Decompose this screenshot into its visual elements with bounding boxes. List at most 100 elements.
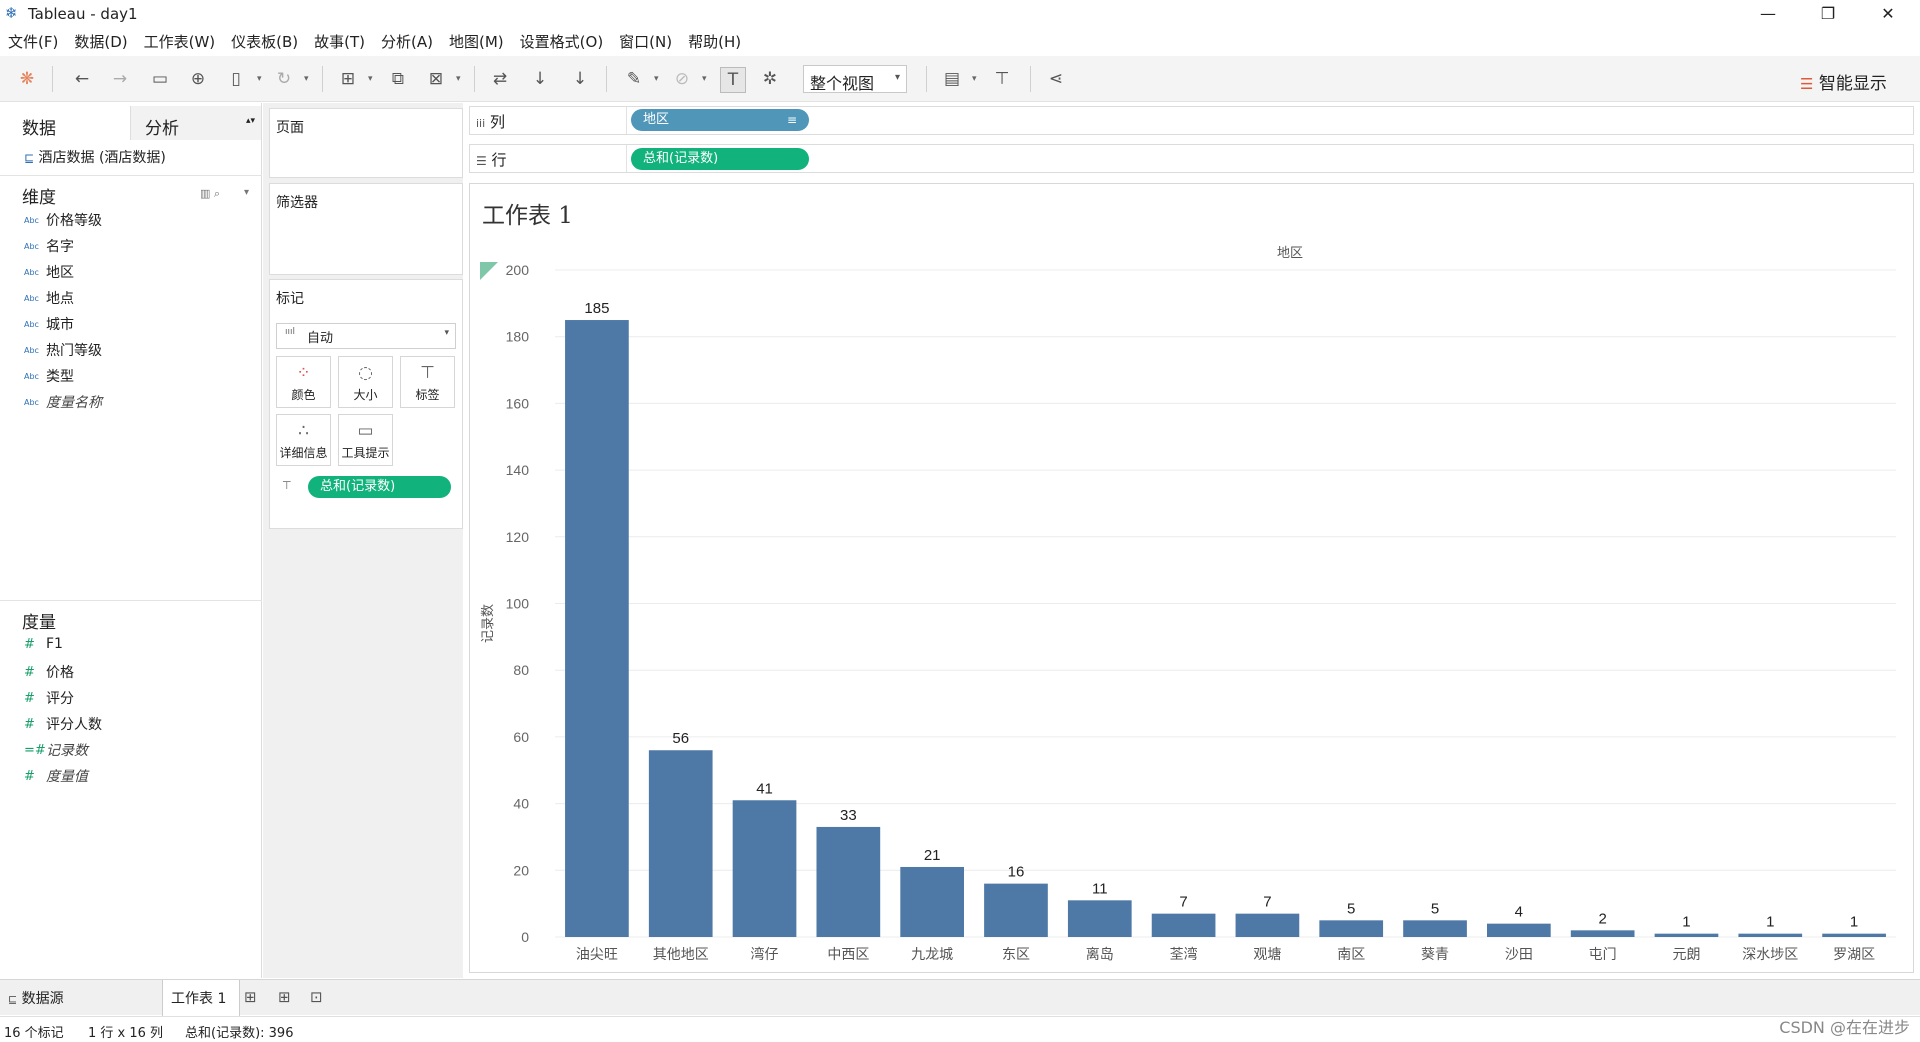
database-icon: ⊑: [24, 151, 35, 165]
x-tick-label: 观塘: [1253, 947, 1281, 963]
x-tick-label: 屯门: [1589, 947, 1617, 963]
x-tick-label: 其他地区: [653, 947, 709, 963]
bar: [565, 320, 629, 937]
measure-item[interactable]: # 度量值: [24, 766, 88, 786]
swap-icon[interactable]: ⇄: [488, 67, 512, 91]
dimension-item[interactable]: Abc 度量名称: [24, 392, 102, 412]
dimension-item[interactable]: Abc 类型: [24, 366, 74, 386]
save-icon[interactable]: ▭: [148, 67, 172, 91]
tooltip-button[interactable]: ▭ 工具提示: [338, 414, 393, 466]
sheet-tab-bar: ⊑ 数据源 工作表 1 ⊞ ⊞ ⊡: [0, 979, 1920, 1016]
clear-sheet-icon[interactable]: ⊠: [424, 67, 448, 91]
menu-file[interactable]: 文件(F): [8, 30, 58, 54]
marks-label-pill[interactable]: 总和(记录数): [308, 476, 451, 498]
datasource-item[interactable]: ⊑ 酒店数据 (酒店数据): [24, 147, 166, 167]
y-tick-label: 140: [506, 462, 530, 478]
tableau-home-icon[interactable]: ❋: [15, 67, 39, 91]
close-button[interactable]: ✕: [1864, 2, 1912, 26]
tab-analysis[interactable]: 分析 ▴▾: [130, 106, 261, 140]
menu-worksheet[interactable]: 工作表(W): [144, 30, 216, 54]
menu-analysis[interactable]: 分析(A): [381, 30, 433, 54]
fix-axes-icon[interactable]: ✲: [758, 67, 782, 91]
dimension-item[interactable]: Abc 名字: [24, 236, 74, 256]
datasource-tab[interactable]: ⊑ 数据源: [8, 988, 64, 1008]
color-button[interactable]: ⁘ 颜色: [276, 356, 331, 408]
y-tick-label: 0: [521, 929, 529, 945]
data-label: 1: [1850, 914, 1858, 931]
measure-item[interactable]: # 评分人数: [24, 714, 102, 734]
new-story-icon[interactable]: ⊡: [310, 988, 323, 1006]
dimension-item[interactable]: Abc 地点: [24, 288, 74, 308]
new-sheet-icon[interactable]: ⊞: [336, 67, 360, 91]
sort-descending-icon[interactable]: ↓: [568, 67, 592, 91]
tab-data[interactable]: 数据: [0, 106, 128, 140]
share-icon[interactable]: ⋖: [1044, 67, 1068, 91]
minimize-button[interactable]: —: [1744, 2, 1792, 26]
menu-help[interactable]: 帮助(H): [688, 30, 741, 54]
highlight-icon[interactable]: ✎: [622, 67, 646, 91]
data-label: 21: [924, 847, 941, 864]
watermark: CSDN @在在进步: [1779, 1018, 1910, 1037]
show-me-button[interactable]: ☰ 智能显示: [1800, 69, 1910, 94]
measure-item[interactable]: # 价格: [24, 662, 74, 682]
dimension-item[interactable]: Abc 热门等级: [24, 340, 102, 360]
tableau-logo-icon: ❄: [5, 4, 18, 22]
label-button[interactable]: ⊤ 标签: [400, 356, 455, 408]
menu-format[interactable]: 设置格式(O): [520, 30, 604, 54]
bar: [900, 866, 965, 937]
menu-window[interactable]: 窗口(N): [619, 30, 672, 54]
detail-icon: ∴: [298, 421, 309, 441]
menu-story[interactable]: 故事(T): [314, 30, 365, 54]
sort-ascending-icon[interactable]: ↓: [528, 67, 552, 91]
data-label: 33: [840, 807, 857, 824]
y-tick-label: 160: [506, 395, 530, 411]
x-tick-label: 湾仔: [751, 946, 779, 963]
y-tick-label: 80: [513, 662, 529, 678]
redo-icon[interactable]: →: [108, 67, 132, 91]
menu-data[interactable]: 数据(D): [74, 30, 127, 54]
group-icon[interactable]: ⊘: [670, 67, 694, 91]
undo-icon[interactable]: ←: [70, 67, 94, 91]
new-datasource-icon[interactable]: ⊕: [186, 67, 210, 91]
data-label: 2: [1598, 910, 1606, 927]
measure-item[interactable]: # 评分: [24, 688, 74, 708]
label-field-icon: ⊤: [282, 479, 292, 492]
presentation-icon[interactable]: ⊤: [990, 67, 1014, 91]
dimension-item[interactable]: Abc 城市: [24, 314, 74, 334]
rows-icon: ☰: [476, 154, 487, 168]
dimensions-menu-icon[interactable]: ▾: [244, 187, 249, 198]
x-tick-label: 元朗: [1672, 947, 1700, 963]
duplicate-sheet-icon[interactable]: ⧉: [386, 67, 410, 91]
new-sheet-icon[interactable]: ⊞: [244, 988, 257, 1006]
refresh-icon[interactable]: ↻: [272, 67, 296, 91]
pages-shelf[interactable]: 页面: [269, 108, 463, 178]
fit-view-select[interactable]: 整个视图 ▾: [803, 65, 907, 93]
dimensions-header: 维度: [22, 188, 56, 208]
columns-pill[interactable]: 地区 ≡: [631, 109, 809, 131]
view-toggle-icon[interactable]: ▥ ⌕: [200, 187, 220, 201]
pause-update-icon[interactable]: ▯: [224, 67, 248, 91]
measure-item[interactable]: =#记录数: [24, 740, 88, 760]
dimension-item[interactable]: Abc 地区: [24, 262, 74, 282]
menu-map[interactable]: 地图(M): [449, 30, 504, 54]
status-sum: 总和(记录数): 396: [185, 1026, 294, 1041]
mark-type-select[interactable]: ıııl 自动 ▾: [276, 323, 456, 349]
rows-pill[interactable]: 总和(记录数): [631, 148, 809, 170]
x-tick-label: 深水埗区: [1742, 947, 1798, 963]
bar: [648, 750, 713, 937]
menu-dashboard[interactable]: 仪表板(B): [231, 30, 298, 54]
show-labels-icon[interactable]: T: [720, 67, 746, 93]
measure-item[interactable]: # F1: [24, 636, 63, 656]
data-label: 7: [1263, 894, 1271, 911]
chevron-down-icon: ▾: [444, 328, 449, 338]
size-button[interactable]: ◌ 大小: [338, 356, 393, 408]
sheet-tab[interactable]: 工作表 1: [162, 980, 240, 1016]
filters-shelf[interactable]: 筛选器: [269, 183, 463, 275]
restore-button[interactable]: ❐: [1804, 2, 1852, 26]
status-bar: 16 个标记 1 行 x 16 列 总和(记录数): 396: [0, 1016, 1920, 1042]
label-icon: ⊤: [420, 363, 435, 383]
show-cards-icon[interactable]: ▤: [940, 67, 964, 91]
detail-button[interactable]: ∴ 详细信息: [276, 414, 331, 466]
dimension-item[interactable]: Abc 价格等级: [24, 210, 102, 230]
new-dashboard-icon[interactable]: ⊞: [278, 988, 291, 1006]
